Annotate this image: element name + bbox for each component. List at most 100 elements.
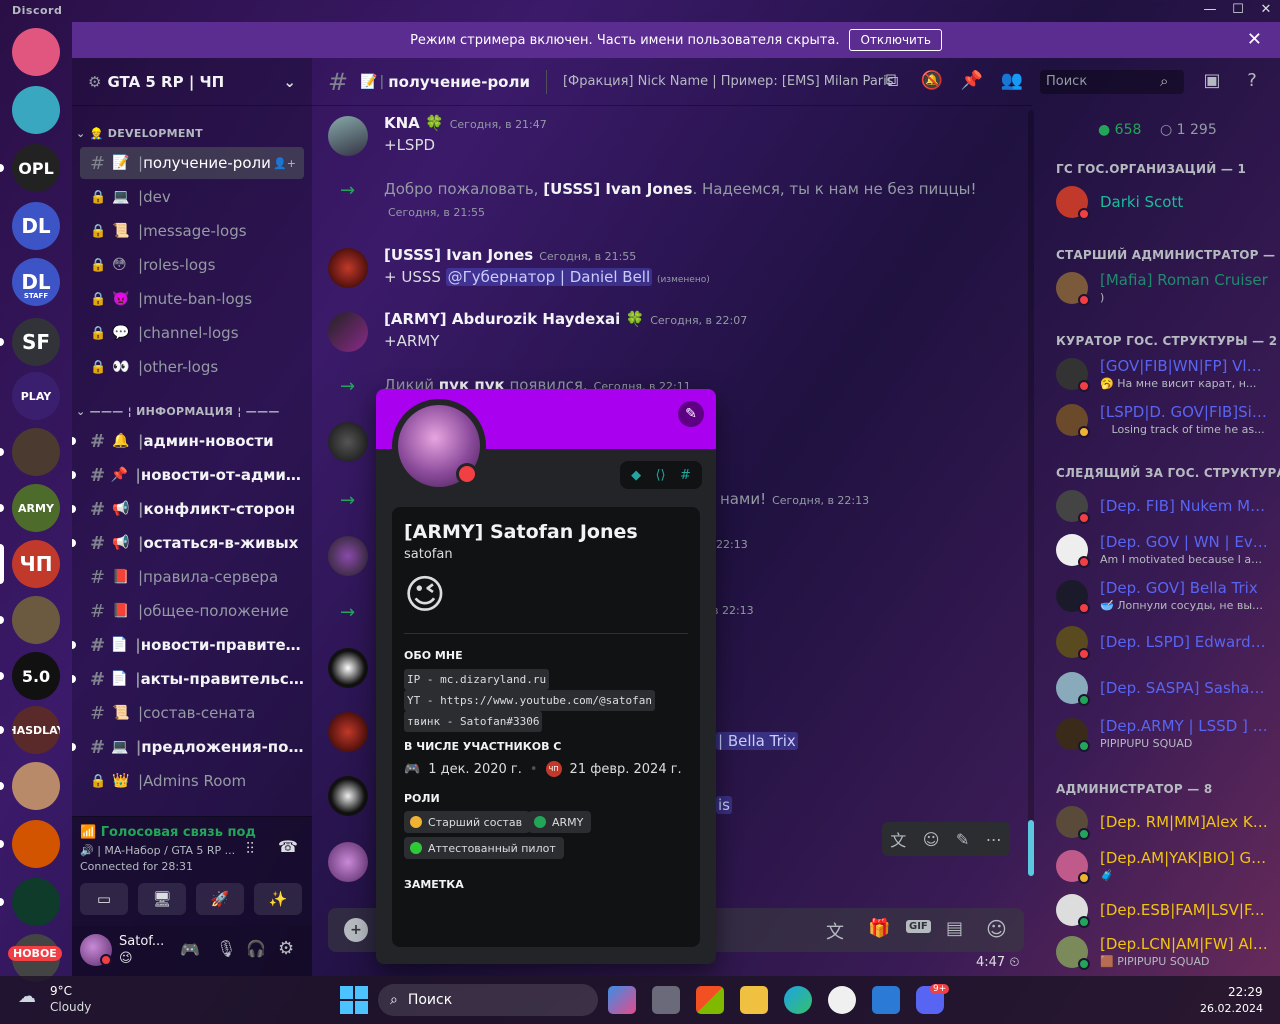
server-icon[interactable]: [12, 878, 60, 926]
role-pill[interactable]: Старший состав: [404, 811, 531, 833]
voice-title[interactable]: 📶 Голосовая связь под: [80, 825, 256, 840]
github-icon[interactable]: [828, 986, 856, 1014]
notification-bell-off-icon[interactable]: 🔕: [920, 70, 944, 94]
channel-item[interactable]: # 📢 | остаться-в-живых: [72, 527, 304, 559]
server-icon[interactable]: 5.0: [12, 652, 60, 700]
channel-item[interactable]: # 📝 | получение-роли 👤+: [80, 147, 304, 179]
member-item[interactable]: [GOV|FIB|WN|FP] Vla... 🥱 На мне висит кар…: [1056, 354, 1270, 396]
screen-share-button[interactable]: 🖥: [138, 883, 186, 915]
close-window-button[interactable]: ✕: [1256, 2, 1276, 20]
server-icon[interactable]: DL STAFF: [12, 258, 60, 306]
channel-item[interactable]: # 📜 | состав-сената: [80, 697, 304, 729]
voice-channel[interactable]: 🔊 | MA-Набор / GTA 5 RP ...: [80, 844, 235, 857]
emoji-icon[interactable]: ☺: [986, 917, 1007, 941]
microphone-icon[interactable]: 🎙: [216, 939, 236, 958]
server-icon[interactable]: [12, 762, 60, 810]
copilot-icon[interactable]: [608, 986, 636, 1014]
role-pill[interactable]: ARMY: [528, 811, 592, 833]
member-item[interactable]: [Dep. RM|MM]Alex Ki...: [1056, 802, 1270, 844]
close-banner-icon[interactable]: ✕: [1247, 29, 1262, 50]
more-icon[interactable]: ⋯: [986, 830, 1002, 849]
avatar[interactable]: [328, 776, 368, 816]
avatar[interactable]: [328, 422, 368, 462]
channel-topic[interactable]: [Фракция] Nick Name | Пример: [EMS] Mila…: [563, 74, 894, 89]
note-input[interactable]: [404, 897, 688, 937]
member-item[interactable]: [Dep. FIB] Nukem Mar...: [1056, 486, 1270, 528]
avatar[interactable]: [328, 116, 368, 156]
store-icon[interactable]: [696, 986, 724, 1014]
channel-item[interactable]: # 📢 | конфликт-сторон: [72, 493, 304, 525]
category-info[interactable]: ⌄ ——— ¦ ИНФОРМАЦИЯ ¦ ———: [76, 405, 280, 418]
server-header[interactable]: ⚙ GTA 5 RP | ЧП ⌄: [72, 58, 312, 106]
server-icon[interactable]: [12, 28, 60, 76]
inbox-icon[interactable]: ▣: [1200, 70, 1224, 94]
sticker-icon[interactable]: ▤: [946, 918, 963, 939]
server-icon[interactable]: [12, 428, 60, 476]
channel-item[interactable]: # 💻 | предложения-по-...: [72, 731, 304, 763]
add-reaction-icon[interactable]: ☺: [923, 830, 940, 849]
hypesquad-badge-icon[interactable]: ◆: [631, 468, 641, 483]
member-item[interactable]: [Dep.AM|YAK|BIO] Go... 🧳: [1056, 846, 1270, 888]
server-icon[interactable]: DL: [12, 202, 60, 250]
edge-icon[interactable]: [784, 986, 812, 1014]
server-icon[interactable]: OPL: [12, 144, 60, 192]
server-icon[interactable]: SF: [12, 318, 60, 366]
about-line[interactable]: YT - https://www.youtube.com/@satofan: [404, 690, 656, 711]
server-icon[interactable]: ARMY: [12, 484, 60, 532]
camera-off-button[interactable]: ▭: [80, 883, 128, 915]
translate-icon[interactable]: 文: [890, 827, 906, 851]
member-item[interactable]: [LSPD|D. GOV|FIB]Sie... ⠀ Losing track of…: [1056, 400, 1270, 442]
member-item[interactable]: [Mafia] Roman Cruiser): [1056, 268, 1270, 310]
member-item[interactable]: [Dep. GOV] Bella Trix 🥣 Лопнули сосуды, н…: [1056, 576, 1270, 618]
channel-item[interactable]: # 🔔 | админ-новости: [72, 425, 304, 457]
vscode-icon[interactable]: [872, 986, 900, 1014]
member-item[interactable]: [Dep.ESB|FAM|LSV|F...: [1056, 890, 1270, 932]
weather-desc[interactable]: Cloudy: [50, 1000, 91, 1014]
member-item[interactable]: [Dep. SASPA] Sasha ...: [1056, 668, 1270, 710]
weather-temp[interactable]: 9°C: [50, 984, 72, 998]
gamepad-icon[interactable]: 🎮: [180, 940, 200, 959]
channel-item[interactable]: 🔒 👑 | Admins Room: [80, 765, 304, 797]
member-item[interactable]: [Dep. GOV | WN | Even... Am I motivated b…: [1056, 530, 1270, 572]
member-item[interactable]: [Dep. LSPD] Edward ...: [1056, 622, 1270, 664]
avatar[interactable]: [328, 312, 368, 352]
server-icon[interactable]: HASDLAY: [12, 706, 60, 754]
avatar[interactable]: [328, 248, 368, 288]
soundboard-button[interactable]: ✨: [254, 883, 302, 915]
scrollbar-track[interactable]: [1028, 110, 1034, 876]
pin-icon[interactable]: 📌: [960, 70, 984, 94]
message-author[interactable]: [USSS] Ivan Jones Сегодня, в 21:55: [384, 246, 636, 264]
server-icon[interactable]: ЧП: [12, 540, 60, 588]
settings-gear-icon[interactable]: ⚙: [278, 938, 294, 959]
server-icon[interactable]: [12, 820, 60, 868]
hashtag-badge-icon[interactable]: #: [680, 468, 691, 483]
role-mention[interactable]: | Bella Trix: [716, 732, 798, 750]
help-icon[interactable]: ?: [1240, 70, 1264, 94]
disconnect-icon[interactable]: ☎: [278, 837, 298, 856]
channel-item[interactable]: 🔒 👿 | mute-ban-logs: [80, 283, 304, 315]
server-icon[interactable]: [12, 596, 60, 644]
minimize-button[interactable]: —: [1200, 2, 1220, 20]
active-developer-badge-icon[interactable]: ⟨⟩: [655, 468, 665, 483]
windows-start-icon[interactable]: [340, 986, 368, 1014]
avatar[interactable]: [328, 536, 368, 576]
scrollbar-thumb[interactable]: [1028, 820, 1034, 876]
file-explorer-icon[interactable]: [740, 986, 768, 1014]
member-list-icon[interactable]: 👥: [1000, 70, 1024, 94]
avatar[interactable]: [328, 712, 368, 752]
edit-profile-icon[interactable]: ✎: [678, 401, 704, 427]
server-icon[interactable]: PLAY: [12, 372, 60, 420]
channel-item[interactable]: # 📄 | акты-правительст...: [72, 663, 304, 695]
taskbar-date[interactable]: 26.02.2024: [1200, 1002, 1263, 1015]
member-item[interactable]: [Dep.LCN|AM|FW] Ale... 🟫 PIPIPUPU SQUAD: [1056, 932, 1270, 974]
activity-button[interactable]: 🚀: [196, 883, 244, 915]
message-author[interactable]: [ARMY] Abdurozik Haydexai 🍀 Сегодня, в 22…: [384, 310, 747, 328]
maximize-button[interactable]: ☐: [1228, 2, 1248, 20]
category-development[interactable]: ⌄ 👷 DEVELOPMENT: [76, 127, 203, 140]
server-icon[interactable]: [12, 86, 60, 134]
channel-item[interactable]: # 📄 | новости-правител...: [72, 629, 304, 661]
channel-item[interactable]: 🔒 💬 | channel-logs: [80, 317, 304, 349]
noise-suppression-icon[interactable]: ⫶⫶: [246, 839, 254, 859]
role-mention[interactable]: @Губернатор | Daniel Bell: [445, 268, 653, 286]
mention-name[interactable]: [USSS] Ivan Jones: [543, 180, 692, 198]
